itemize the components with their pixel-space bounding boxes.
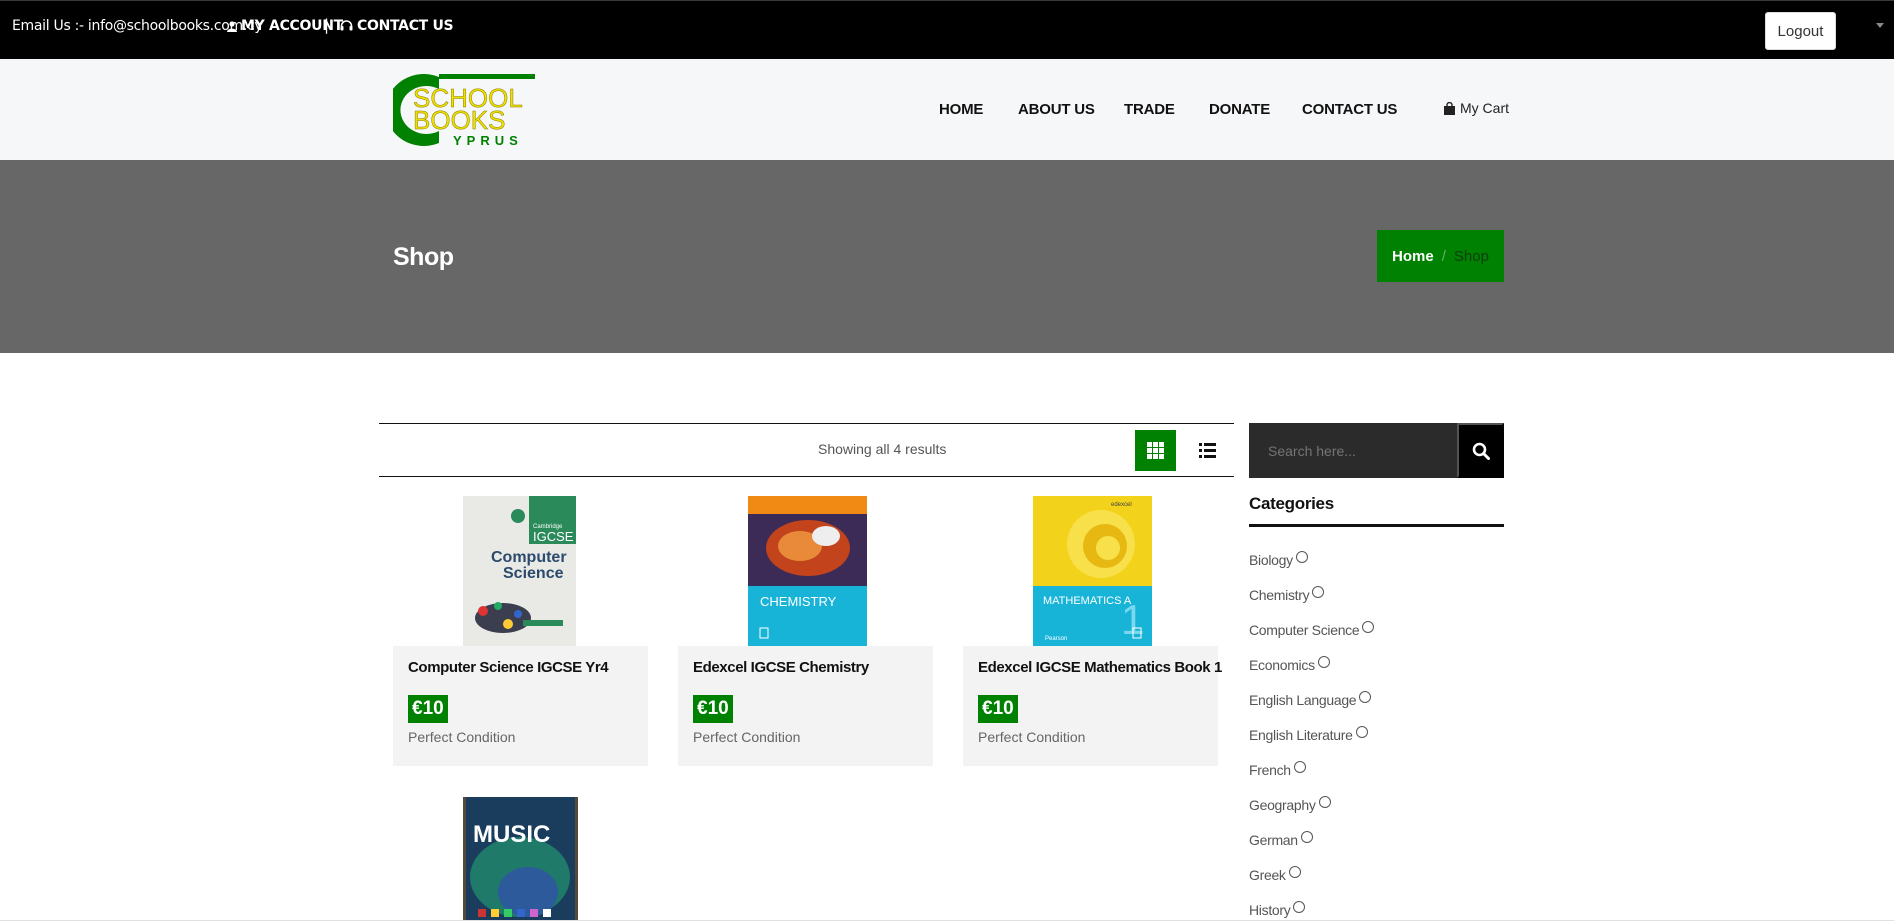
logout-button[interactable]: Logout [1765,12,1836,50]
page-banner [0,160,1894,353]
category-radio[interactable] [1300,831,1313,843]
category-label: History [1249,902,1291,918]
category-label: French [1249,762,1291,778]
headset-icon [340,20,353,31]
category-radio[interactable] [1317,656,1330,668]
svg-text:YPRUS: YPRUS [453,133,523,148]
category-radio[interactable] [1293,901,1306,913]
user-icon [227,20,237,32]
top-contact-label: CONTACT US [357,18,454,34]
category-radio[interactable] [1312,586,1325,598]
product-card[interactable]: Cambridge IGCSE Computer Science Compute… [393,496,648,766]
svg-text:CHEMISTRY: CHEMISTRY [760,594,837,609]
site-logo[interactable]: SCHOOL BOOKS YPRUS [385,71,535,149]
category-computer-science[interactable]: Computer Science [1249,621,1375,638]
category-radio[interactable] [1355,726,1368,738]
breadcrumb-current: Shop [1453,247,1489,265]
breadcrumb-home[interactable]: Home [1392,248,1434,265]
chevron-down-icon[interactable] [1876,23,1884,28]
category-radio[interactable] [1295,551,1308,563]
category-radio[interactable] [1359,691,1372,703]
grid-icon [1147,442,1164,459]
product-price: €10 [408,695,448,723]
category-label: Economics [1249,657,1315,673]
category-radio[interactable] [1362,621,1375,633]
category-label: Computer Science [1249,622,1360,638]
category-english-literature[interactable]: English Literature [1249,726,1368,743]
search-button[interactable] [1457,423,1504,478]
category-label: English Literature [1249,727,1353,743]
product-title[interactable]: Edexcel IGCSE Chemistry [693,659,869,676]
category-biology[interactable]: Biology [1249,551,1308,568]
top-bar: Email Us :- info@schoolbooks.com.cy MY A… [0,0,1894,59]
svg-text:edexcel: edexcel [1111,502,1132,508]
product-title[interactable]: Computer Science IGCSE Yr4 [408,659,609,676]
product-card[interactable]: edexcel MATHEMATICS A 1 Pearson Edexcel … [963,496,1222,766]
svg-text:Computer: Computer [491,549,567,566]
nav-trade[interactable]: TRADE [1124,101,1175,118]
category-radio[interactable] [1318,796,1331,808]
category-label: Biology [1249,552,1293,568]
breadcrumb: Home / Shop [1377,230,1504,282]
svg-text:MUSIC: MUSIC [473,821,550,848]
category-german[interactable]: German [1249,831,1313,848]
category-geography[interactable]: Geography [1249,796,1331,813]
contact-email[interactable]: Email Us :- info@schoolbooks.com.cy [12,18,263,34]
shop-toolbar: Showing all 4 results [379,423,1234,477]
product-image[interactable]: CHEMISTRY [748,496,867,646]
categories-divider [1249,524,1504,527]
product-card[interactable]: CHEMISTRY Edexcel IGCSE Chemistry €10 Pe… [678,496,933,766]
list-icon [1199,443,1216,458]
cart-link[interactable]: My Cart [1443,100,1509,116]
category-label: Geography [1249,797,1316,813]
nav-about-us[interactable]: ABOUT US [1018,101,1095,118]
product-title[interactable]: Edexcel IGCSE Mathematics Book 1 [978,659,1222,676]
product-info: Edexcel IGCSE Mathematics Book 1 €10 Per… [963,646,1222,766]
nav-home[interactable]: HOME [939,101,983,118]
category-greek[interactable]: Greek [1249,866,1301,883]
svg-text:Science: Science [503,565,564,582]
category-english-language[interactable]: English Language [1249,691,1372,708]
categories-title: Categories [1249,494,1334,513]
nav-contact-us[interactable]: CONTACT US [1302,101,1397,118]
product-condition: Perfect Condition [408,729,516,745]
category-chemistry[interactable]: Chemistry [1249,586,1325,603]
search-icon [1472,442,1490,460]
shopping-bag-icon [1444,101,1455,115]
category-label: English Language [1249,692,1357,708]
category-label: Greek [1249,867,1286,883]
product-info: Edexcel IGCSE Chemistry €10 Perfect Cond… [678,646,933,766]
category-radio[interactable] [1288,866,1301,878]
viewport-bottom-border [0,920,1894,921]
product-image[interactable]: MUSIC [463,797,578,920]
grid-view-button[interactable] [1135,430,1176,471]
svg-text:BOOKS: BOOKS [413,105,505,135]
product-card[interactable]: MUSIC [393,797,648,920]
breadcrumb-separator: / [1441,247,1446,265]
product-price: €10 [978,695,1018,723]
product-condition: Perfect Condition [978,729,1086,745]
svg-text:MATHEMATICS A: MATHEMATICS A [1043,595,1132,607]
cart-label: My Cart [1460,100,1509,116]
top-contact-link[interactable]: CONTACT US [340,18,454,34]
page-title: Shop [393,243,454,271]
product-info: Computer Science IGCSE Yr4 €10 Perfect C… [393,646,648,766]
results-count: Showing all 4 results [818,441,947,457]
category-radio[interactable] [1293,761,1306,773]
nav-donate[interactable]: DONATE [1209,101,1270,118]
product-image[interactable]: Cambridge IGCSE Computer Science [463,496,576,646]
topbar-separator: | [324,16,330,34]
product-image[interactable]: edexcel MATHEMATICS A 1 Pearson [1033,496,1152,646]
product-price: €10 [693,695,733,723]
category-economics[interactable]: Economics [1249,656,1330,673]
category-label: Chemistry [1249,587,1310,603]
svg-text:IGCSE: IGCSE [533,529,574,544]
svg-text:Pearson: Pearson [1045,636,1067,642]
category-label: German [1249,832,1298,848]
category-french[interactable]: French [1249,761,1306,778]
list-view-button[interactable] [1187,430,1228,471]
category-history[interactable]: History [1249,901,1306,918]
product-condition: Perfect Condition [693,729,801,745]
search-input[interactable] [1249,423,1457,478]
